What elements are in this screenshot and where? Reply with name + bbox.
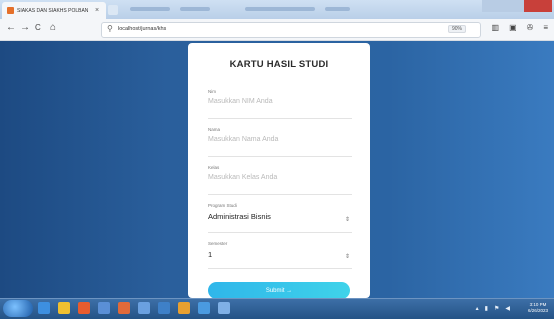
tab-strip-blur: [245, 7, 315, 11]
field-underline: [208, 194, 352, 195]
forward-button[interactable]: →: [20, 22, 30, 33]
nama-label: Nama: [208, 127, 221, 132]
zoom-indicator[interactable]: 90%: [447, 25, 466, 33]
system-tray: ▴ ▮ ⚑ ◀: [476, 305, 510, 312]
semester-select[interactable]: 1: [208, 250, 352, 259]
firefox-icon[interactable]: [118, 302, 130, 314]
program-studi-select[interactable]: Administrasi Bisnis: [208, 212, 352, 221]
window-controls: [482, 0, 552, 12]
reload-button[interactable]: C: [35, 23, 41, 32]
explorer-icon[interactable]: [58, 302, 70, 314]
program-studi-field[interactable]: Program Studi Administrasi Bisnis ⇕: [208, 203, 352, 233]
kelas-label: Kelas: [208, 165, 220, 170]
media-icon[interactable]: [78, 302, 90, 314]
tab-strip-blur: [180, 7, 210, 11]
tab-strip-blur: [130, 7, 170, 11]
clock-date: 6/26/2023: [527, 308, 548, 313]
favicon-icon: [7, 7, 14, 14]
network-icon[interactable]: ▮: [485, 305, 488, 312]
toolbar-icons: ▥ ▣ ✇ ≡: [492, 23, 549, 32]
submit-button[interactable]: Submit →: [208, 282, 350, 299]
address-bar[interactable]: ⚲ localhost/jurnas/khs 90%: [101, 22, 481, 38]
app-icon[interactable]: [138, 302, 150, 314]
nim-label: Nim: [208, 89, 216, 94]
app-icon[interactable]: [158, 302, 170, 314]
start-button[interactable]: [3, 300, 33, 317]
search-icon: ⚲: [107, 24, 113, 33]
semester-label: Semester: [208, 241, 228, 246]
form-title: KARTU HASIL STUDI: [229, 59, 329, 70]
back-button[interactable]: ←: [6, 22, 16, 33]
menu-icon[interactable]: ≡: [543, 23, 548, 32]
extensions-icon[interactable]: ✇: [527, 23, 534, 32]
maximize-button[interactable]: [504, 0, 524, 12]
page-content: KARTU HASIL STUDI Nim Masukkan NIM Anda …: [0, 41, 554, 299]
field-underline: [208, 232, 352, 233]
program-studi-label: Program Studi: [208, 203, 237, 208]
nama-input[interactable]: Masukkan Nama Anda: [208, 136, 352, 143]
field-underline: [208, 118, 352, 119]
field-underline: [208, 156, 352, 157]
kelas-input[interactable]: Masukkan Kelas Anda: [208, 174, 352, 181]
close-window-button[interactable]: [524, 0, 552, 12]
tray-arrow-icon[interactable]: ▴: [476, 305, 479, 312]
tab-title: SIAKAS DAN SIAKHS POLBAN: [17, 7, 89, 14]
new-tab-button[interactable]: [108, 5, 118, 15]
minimize-button[interactable]: [482, 0, 504, 12]
nim-input[interactable]: Masukkan NIM Anda: [208, 98, 352, 105]
sidebar-icon[interactable]: ▣: [509, 23, 517, 32]
tab-strip-blur: [325, 7, 350, 11]
select-arrows-icon[interactable]: ⇕: [345, 253, 350, 260]
browser-tab[interactable]: SIAKAS DAN SIAKHS POLBAN ×: [2, 2, 106, 19]
browser-tab-bar: SIAKAS DAN SIAKHS POLBAN ×: [0, 0, 554, 19]
app-icon[interactable]: [198, 302, 210, 314]
app-icon[interactable]: [178, 302, 190, 314]
kelas-field[interactable]: Kelas Masukkan Kelas Anda: [208, 165, 352, 195]
url-text: localhost/jurnas/khs: [118, 26, 167, 32]
library-icon[interactable]: ▥: [492, 23, 500, 32]
semester-field[interactable]: Semester 1 ⇕: [208, 241, 352, 269]
nim-field[interactable]: Nim Masukkan NIM Anda: [208, 89, 352, 119]
flag-icon[interactable]: ⚑: [494, 305, 499, 312]
app-icon[interactable]: [218, 302, 230, 314]
ie-icon[interactable]: [38, 302, 50, 314]
home-button[interactable]: ⌂: [50, 22, 56, 33]
volume-icon[interactable]: ◀: [505, 305, 510, 312]
select-arrows-icon[interactable]: ⇕: [345, 216, 350, 223]
khs-form-card: KARTU HASIL STUDI Nim Masukkan NIM Anda …: [188, 43, 370, 299]
browser-toolbar: ← → C ⌂ ⚲ localhost/jurnas/khs 90% ▥ ▣ ✇…: [0, 19, 554, 41]
taskbar: ▴ ▮ ⚑ ◀ 3:10 PM 6/26/2023: [0, 298, 554, 319]
clock[interactable]: 3:10 PM 6/26/2023: [528, 302, 548, 314]
tab-close-icon[interactable]: ×: [95, 7, 99, 14]
nama-field[interactable]: Nama Masukkan Nama Anda: [208, 127, 352, 157]
field-underline: [208, 268, 352, 269]
app-icon[interactable]: [98, 302, 110, 314]
